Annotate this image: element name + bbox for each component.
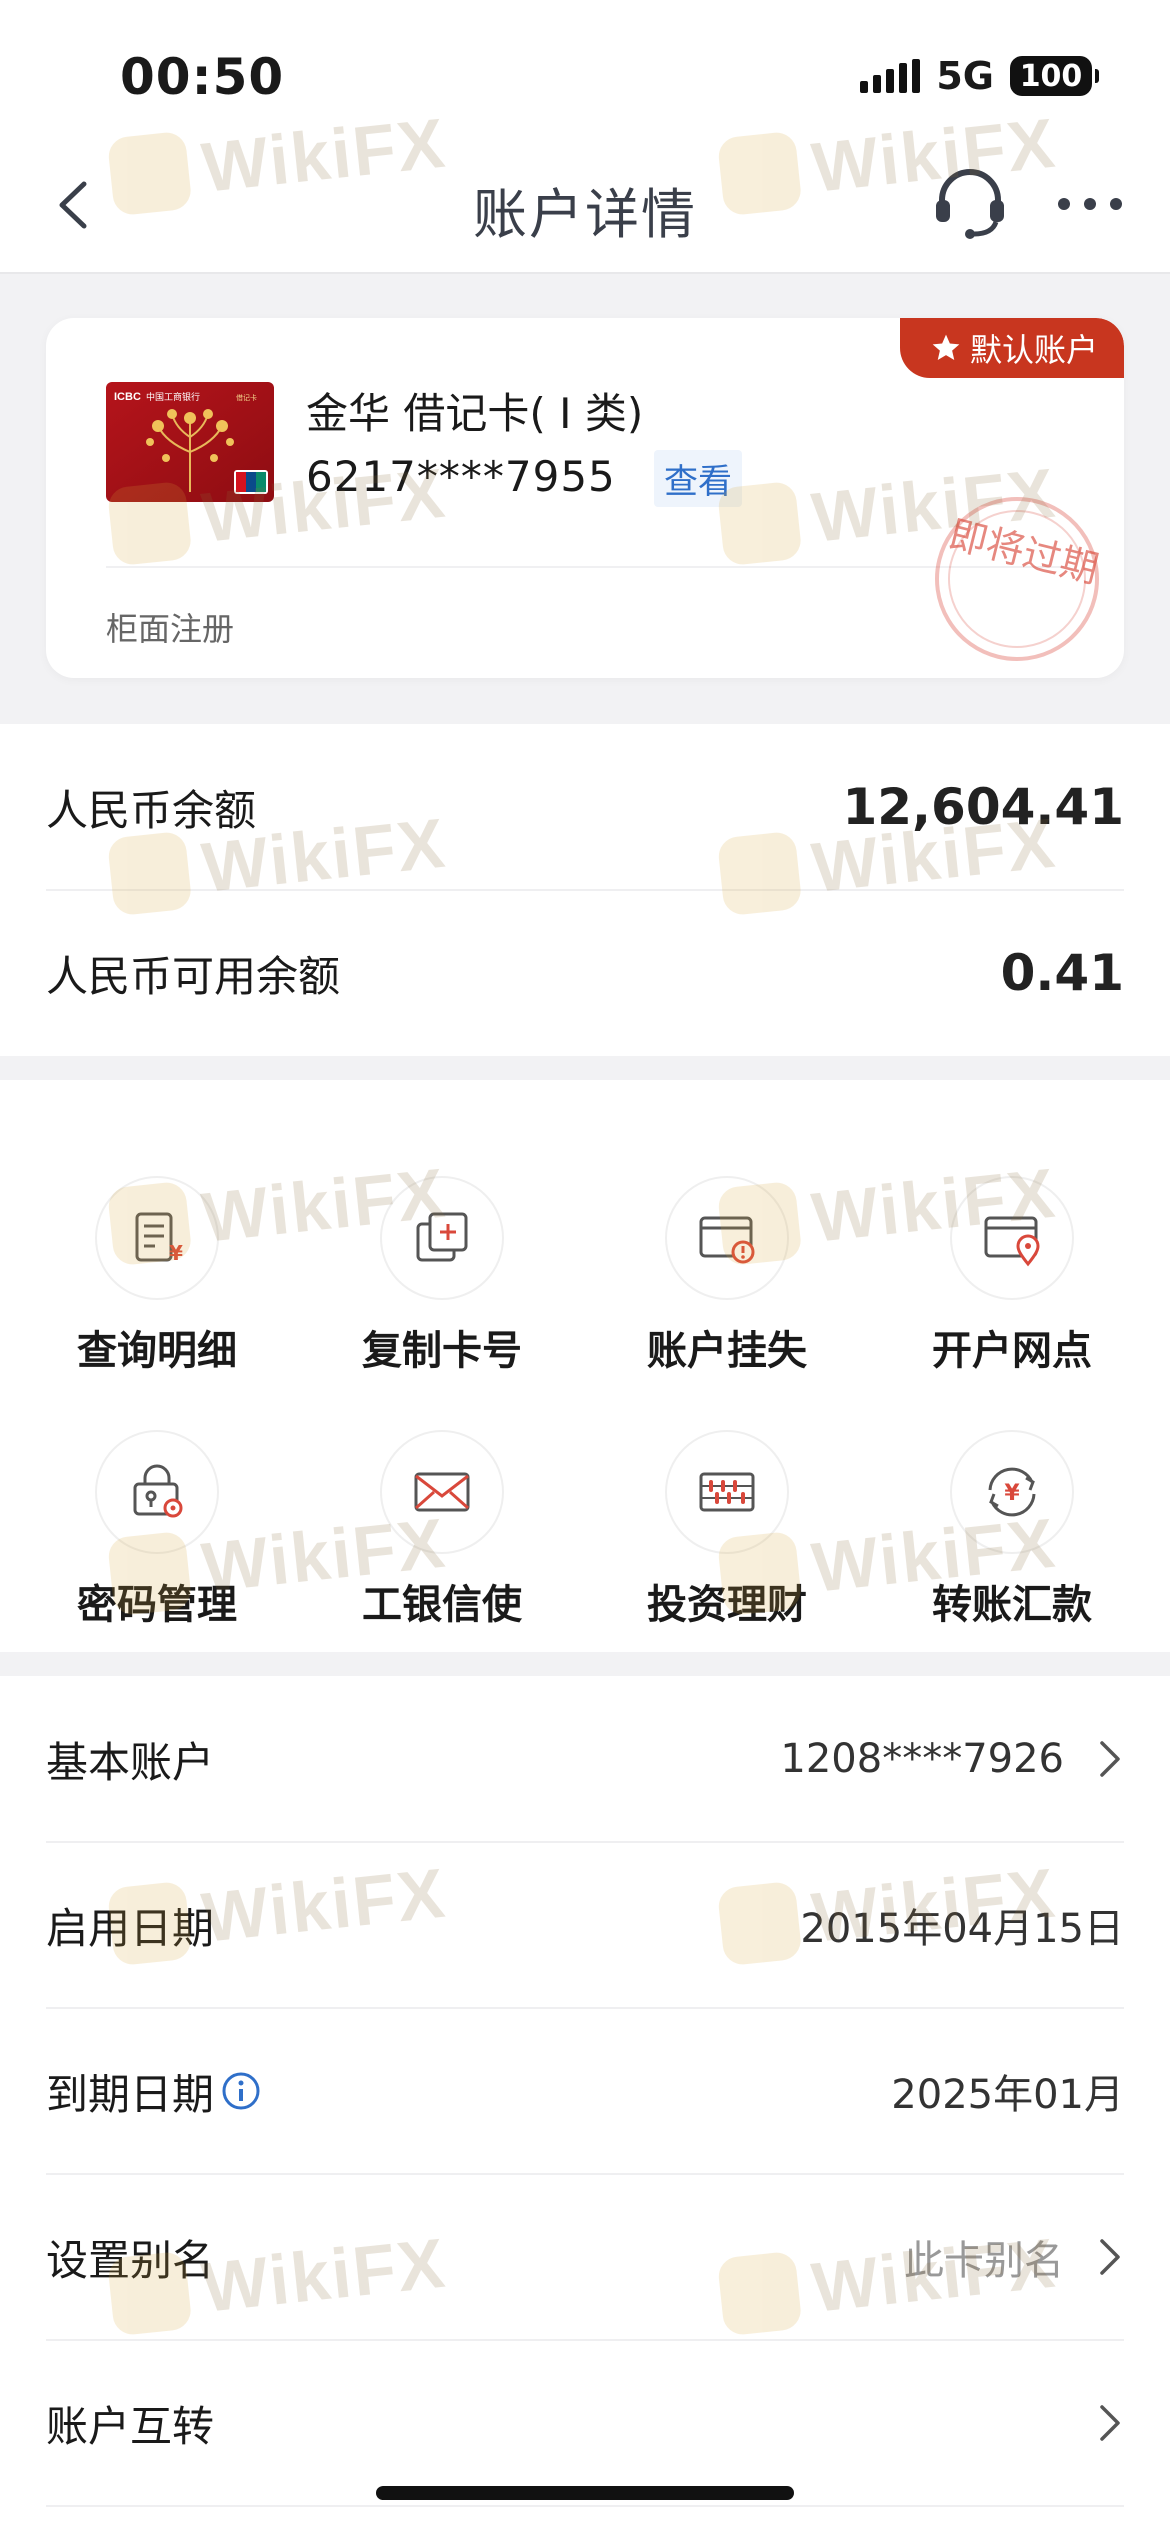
expiry-date-value: 2025年01月 xyxy=(891,2072,1124,2118)
debit-card-image: ICBC 中国工商银行 借记卡 xyxy=(106,382,274,502)
available-balance-row: 人民币可用余额 0.41 xyxy=(46,890,1124,1056)
svg-text:中国工商银行: 中国工商银行 xyxy=(146,391,200,403)
activation-date-value: 2015年04月15日 xyxy=(800,1906,1124,1952)
view-card-number-button[interactable]: 查看 xyxy=(654,450,742,507)
expiry-date-row: 到期日期 2025年01月 xyxy=(46,2008,1124,2174)
card-number: 6217****7955 xyxy=(306,452,616,501)
transfer-icon: ¥ xyxy=(988,1467,1036,1517)
action-report-loss[interactable]: 账户挂失 xyxy=(602,1110,852,1374)
action-label: 密码管理 xyxy=(77,1582,237,1628)
status-time: 00:50 xyxy=(120,48,285,106)
action-copy-card-number[interactable]: 复制卡号 xyxy=(317,1110,567,1374)
expiring-soon-stamp: 即将过期 xyxy=(935,497,1103,661)
action-transfer[interactable]: ¥ 转账汇款 xyxy=(887,1364,1137,1628)
action-label: 工银信使 xyxy=(362,1582,522,1628)
abacus-icon xyxy=(699,1472,755,1512)
action-label: 投资理财 xyxy=(647,1582,807,1628)
default-account-badge: 默认账户 xyxy=(899,318,1124,378)
battery-icon: 100 xyxy=(1010,56,1099,96)
svg-text:ICBC: ICBC xyxy=(114,391,141,403)
activation-date-row: 启用日期 2015年04月15日 xyxy=(46,1842,1124,2008)
alias-placeholder: 此卡别名 xyxy=(904,2238,1064,2284)
available-balance-label: 人民币可用余额 xyxy=(46,951,341,1001)
svg-text:即将过期: 即将过期 xyxy=(945,512,1103,591)
action-label: 转账汇款 xyxy=(932,1582,1092,1628)
navigation-bar: 账户详情 xyxy=(0,140,1170,274)
chevron-right-icon xyxy=(1100,1741,1120,1777)
branch-location-icon xyxy=(984,1216,1040,1267)
home-indicator[interactable] xyxy=(376,2486,794,2500)
customer-service-headset-icon[interactable] xyxy=(930,162,1010,242)
svg-text:¥: ¥ xyxy=(169,1241,183,1265)
star-icon xyxy=(932,334,960,360)
basic-account-number: 1208****7926 xyxy=(780,1736,1064,1782)
action-icbc-messenger[interactable]: 工银信使 xyxy=(317,1364,567,1628)
svg-text:¥: ¥ xyxy=(1004,1481,1020,1506)
balance-label: 人民币余额 xyxy=(46,785,257,835)
available-balance-value: 0.41 xyxy=(1000,944,1124,1002)
card-name: 金华 借记卡( Ⅰ 类) xyxy=(306,389,644,438)
registration-channel: 柜面注册 xyxy=(106,610,235,648)
network-type: 5G xyxy=(936,54,994,98)
account-transfer-row[interactable]: 账户互转 xyxy=(46,2340,1124,2506)
chevron-right-icon xyxy=(1100,2405,1120,2441)
divider xyxy=(106,566,1064,568)
set-alias-row[interactable]: 设置别名 此卡别名 xyxy=(46,2174,1124,2340)
envelope-icon xyxy=(414,1472,470,1512)
divider xyxy=(46,2505,1124,2507)
statement-icon: ¥ xyxy=(135,1212,183,1265)
info-icon[interactable] xyxy=(220,2070,262,2112)
basic-account-row[interactable]: 基本账户 1208****7926 xyxy=(46,1676,1124,1842)
action-grid: ¥ 查询明细 复制卡号 账户挂失 开户网点 密码管理 工银信使 投资理财 ¥ 转… xyxy=(0,1080,1170,1652)
password-lock-icon xyxy=(133,1464,183,1518)
report-loss-icon xyxy=(699,1216,755,1264)
action-password-management[interactable]: 密码管理 xyxy=(32,1364,282,1628)
action-branch-outlets[interactable]: 开户网点 xyxy=(887,1110,1137,1374)
signal-icon xyxy=(860,59,921,93)
account-details-list: 基本账户 1208****7926 启用日期 2015年04月15日 到期日期 … xyxy=(0,1676,1170,2532)
status-indicators: 5G 100 xyxy=(860,54,1099,98)
status-bar: 00:50 5G 100 xyxy=(0,0,1170,140)
balance-row: 人民币余额 12,604.41 xyxy=(46,724,1124,890)
copy-card-icon xyxy=(416,1212,468,1262)
action-query-details[interactable]: ¥ 查询明细 xyxy=(32,1110,282,1374)
svg-text:借记卡: 借记卡 xyxy=(236,393,257,402)
balance-value: 12,604.41 xyxy=(842,778,1124,836)
more-options-icon[interactable] xyxy=(1050,176,1130,232)
action-investment[interactable]: 投资理财 xyxy=(602,1364,852,1628)
balance-section: 人民币余额 12,604.41 人民币可用余额 0.41 xyxy=(0,724,1170,1056)
chevron-right-icon xyxy=(1100,2239,1120,2275)
account-card: 默认账户 ICBC 中国工商银行 借记卡 金华 借记卡( Ⅰ 类) 6217**… xyxy=(46,318,1124,678)
